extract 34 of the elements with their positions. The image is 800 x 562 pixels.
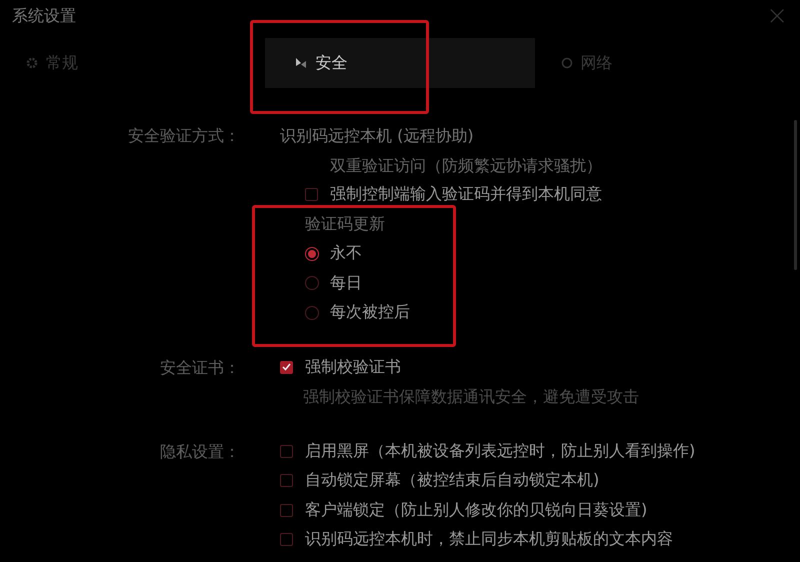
checkbox[interactable] <box>305 188 318 202</box>
section-label: 安全证书： <box>159 356 240 378</box>
description-text: 强制校验证书保障数据通讯安全，避免遭受攻击 <box>303 386 639 408</box>
checkbox-label: 强制控制端输入验证码并得到本机同意 <box>330 184 602 206</box>
section-label: 安全验证方式： <box>127 125 240 147</box>
radio-button[interactable] <box>305 306 319 320</box>
globe-icon <box>560 57 573 69</box>
tab[interactable]: 网络 <box>534 38 800 88</box>
radio-label: 每次被控后 <box>330 302 410 324</box>
tab[interactable]: 常规 <box>0 38 266 88</box>
window-title: 系统设置 <box>12 6 76 26</box>
radio-button[interactable] <box>305 246 319 261</box>
group-title: 验证码更新 <box>305 212 386 235</box>
checkbox[interactable] <box>280 474 293 488</box>
section-label: 隐私设置： <box>159 440 240 462</box>
scrollbar-thumb[interactable] <box>794 120 797 270</box>
checkbox[interactable] <box>280 444 293 458</box>
checkbox-label: 自动锁定屏幕（被控结束后自动锁定本机) <box>305 470 600 492</box>
checkbox[interactable] <box>280 533 293 546</box>
checkbox-label: 强制校验证书 <box>305 356 401 378</box>
checkbox-label: 启用黑屏（本机被设备列表远控时，防止别人看到操作) <box>305 440 696 462</box>
radio-label: 永不 <box>330 243 362 264</box>
checkbox[interactable] <box>280 360 293 374</box>
option-title: 识别码远控本机 (远程协助) <box>280 125 475 147</box>
checkbox[interactable] <box>280 504 293 517</box>
tab[interactable]: 安全 <box>265 38 535 88</box>
checkbox-label: 客户端锁定（防止别人修改你的贝锐向日葵设置) <box>305 500 648 521</box>
gear-icon <box>26 57 38 69</box>
flag-icon <box>295 57 308 69</box>
checkbox-label: 识别码远控本机时，禁止同步本机剪贴板的文本内容 <box>305 529 673 550</box>
radio-label: 每日 <box>330 272 362 294</box>
option-subtitle: 双重验证访问（防频繁远协请求骚扰） <box>330 154 602 176</box>
radio-button[interactable] <box>305 276 319 290</box>
close-button[interactable]: × <box>766 3 788 29</box>
